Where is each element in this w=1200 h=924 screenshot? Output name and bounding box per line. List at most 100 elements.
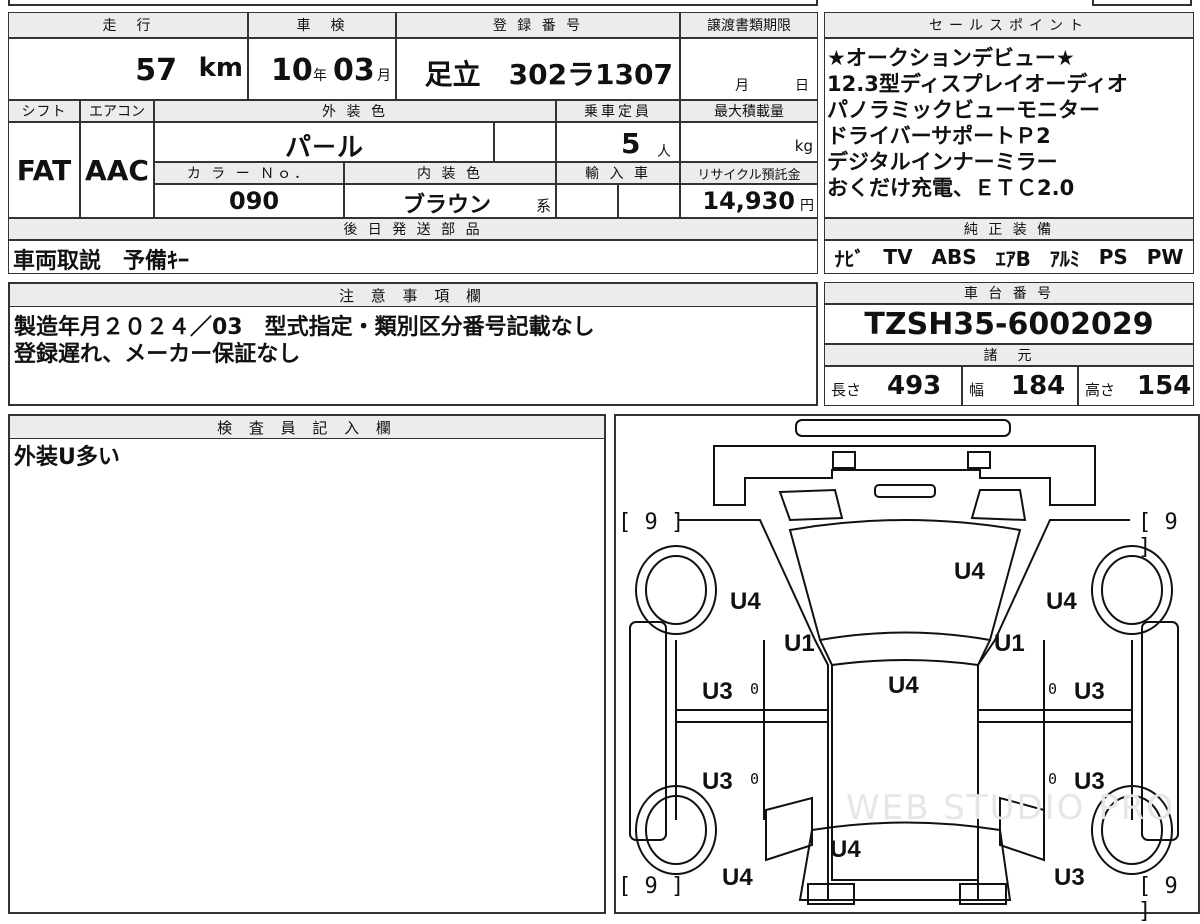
sales-point-2: 12.3型ディスプレイオーディオ	[827, 72, 1128, 96]
equip-tv: TV	[883, 245, 913, 269]
mark-rear-quarter-right: U3	[1054, 864, 1085, 891]
recycle-value: 14,930 円	[680, 184, 818, 218]
chassis-box: 車 台 番 号 TZSH35-6002029 諸 元 長さ 493 幅 184 …	[824, 282, 1194, 406]
sales-point-1: ★オークションデビュー★	[827, 46, 1075, 70]
sales-points-box: セールスポイント ★オークションデビュー★ 12.3型ディスプレイオーディオ パ…	[824, 12, 1194, 274]
chassis-header: 車 台 番 号	[824, 282, 1194, 304]
color-no-text: 090	[229, 187, 280, 215]
deadline-value: 月 日	[680, 38, 818, 100]
equipment-body: ﾅﾋﾞ TV ABS ｴｱB ｱﾙﾐ PS PW	[824, 240, 1194, 274]
import-header: 輸 入 車	[556, 162, 680, 184]
tire-mark-rear-left: [ 9 ]	[618, 874, 685, 899]
interior-color-value: ブラウン 系	[344, 184, 556, 218]
inspect-month: 03	[333, 53, 375, 88]
shift-header: シフト	[8, 100, 80, 122]
capacity-unit: 人	[657, 144, 671, 160]
registration-number: 足立 302ラ1307	[424, 58, 673, 91]
mileage-unit: km	[198, 53, 243, 83]
shift-value: FAT	[8, 122, 80, 218]
interior-suffix: 系	[535, 197, 551, 215]
notes-header: 注 意 事 項 欄	[10, 284, 816, 307]
capacity-number: 5	[621, 127, 641, 160]
inspection-value: 10 年 03 月	[248, 38, 396, 100]
sales-point-5: デジタルインナーミラー	[827, 150, 1058, 174]
equip-abs: ABS	[931, 245, 977, 269]
mark-pillar-right: U1	[994, 630, 1025, 657]
chassis-value: TZSH35-6002029	[824, 304, 1194, 344]
mark-pillar-left: U1	[784, 630, 815, 657]
inspector-note: 外装U多い	[14, 445, 120, 470]
top-strip-right	[1092, 0, 1192, 6]
mileage-value: 57 km	[8, 38, 248, 100]
info-table: 走 行 車 検 登 録 番 号 譲渡書類期限 57 km 10 年 03 月 足…	[8, 12, 818, 274]
registration-header: 登 録 番 号	[396, 12, 680, 38]
zero-mark-rl: 0	[750, 770, 760, 788]
inspect-year: 10	[271, 53, 313, 88]
zero-mark-rr: 0	[1048, 770, 1058, 788]
equip-alloy: ｱﾙﾐ	[1049, 246, 1080, 271]
sales-point-6: おくだけ充電、ＥＴＣ2.0	[827, 176, 1075, 200]
top-strip	[8, 0, 818, 6]
sales-point-4: ドライバーサポートＰ2	[827, 124, 1051, 148]
spec-height-label: 高さ	[1085, 381, 1116, 399]
registration-value: 足立 302ラ1307	[396, 38, 680, 100]
exterior-color-value: パ－ル	[154, 122, 494, 163]
color-no-value: 090	[154, 184, 344, 218]
import-value-a	[556, 184, 618, 218]
inspect-year-unit: 年	[313, 68, 327, 84]
aircon-header: エアコン	[80, 100, 154, 122]
mark-roof: U4	[888, 672, 919, 699]
sales-points-header: セールスポイント	[824, 12, 1194, 38]
mark-hood: U4	[954, 558, 985, 585]
recycle-header: リサイクル預託金	[680, 162, 818, 184]
car-diagram: [ 9 ] [ 9 ] [ 9 ] [ 9 ] U4 U4 U4 U1 U1 U…	[614, 414, 1200, 924]
max-load-header: 最大積載量	[680, 100, 818, 122]
later-parts-value: 車両取説 予備ｷｰ	[8, 240, 818, 274]
zero-mark-fr: 0	[1048, 680, 1058, 698]
capacity-value: 5 人	[556, 122, 680, 162]
watermark: WEB STUDIO PRO	[846, 788, 1176, 828]
exterior-color-extra	[494, 122, 556, 162]
interior-color-text: ブラウン	[403, 193, 492, 218]
mark-front-fender-left: U4	[730, 588, 761, 615]
specs-header: 諸 元	[824, 344, 1194, 366]
mark-front-fender-right: U4	[1046, 588, 1077, 615]
notes-box: 注 意 事 項 欄 製造年月２０２４／03 型式指定・類別区分番号記載なし 登録…	[8, 282, 818, 406]
later-parts-header: 後 日 発 送 部 品	[8, 218, 818, 240]
inspector-header: 検 査 員 記 入 欄	[10, 416, 604, 439]
later-parts-text: 車両取説 予備ｷｰ	[13, 249, 190, 274]
zero-mark-fl: 0	[750, 680, 760, 698]
max-load-value: kg	[680, 122, 818, 162]
tire-mark-front-right: [ 9 ]	[1138, 510, 1178, 560]
deadline-month: 月	[735, 78, 749, 94]
mark-front-door-left: U3	[702, 678, 733, 705]
exterior-color-text: パ－ル	[285, 133, 364, 163]
car-outline	[629, 419, 1179, 905]
inspector-box: 検 査 員 記 入 欄 外装U多い	[8, 414, 606, 914]
spec-width: 幅 184	[962, 366, 1078, 406]
mark-rear-quarter-left: U4	[722, 864, 753, 891]
spec-height-value: 154	[1137, 371, 1192, 401]
equip-navi: ﾅﾋﾞ	[834, 246, 865, 271]
deadline-header: 譲渡書類期限	[680, 12, 818, 38]
inspection-header: 車 検	[248, 12, 396, 38]
mark-front-door-right: U3	[1074, 678, 1105, 705]
tire-mark-rear-right: [ 9 ]	[1138, 874, 1178, 924]
notes-line-2: 登録遅れ、メーカー保証なし	[14, 342, 301, 367]
spec-length-label: 長さ	[831, 381, 862, 399]
equip-airbag: ｴｱB	[995, 246, 1031, 271]
mark-rear-glass: U4	[830, 836, 861, 863]
equipment-header: 純 正 装 備	[824, 218, 1194, 240]
deadline-day: 日	[795, 78, 809, 94]
spec-length: 長さ 493	[824, 366, 962, 406]
interior-color-header: 内 装 色	[344, 162, 556, 184]
spec-width-value: 184	[1011, 371, 1066, 401]
import-value-b	[618, 184, 680, 218]
color-no-header: カ ラ ー Ｎｏ．	[154, 162, 344, 184]
mileage-header: 走 行	[8, 12, 248, 38]
spec-width-label: 幅	[969, 381, 985, 399]
spec-height: 高さ 154	[1078, 366, 1194, 406]
inspect-month-unit: 月	[377, 68, 391, 84]
max-load-unit: kg	[794, 137, 813, 155]
recycle-fee: 14,930	[702, 187, 795, 215]
